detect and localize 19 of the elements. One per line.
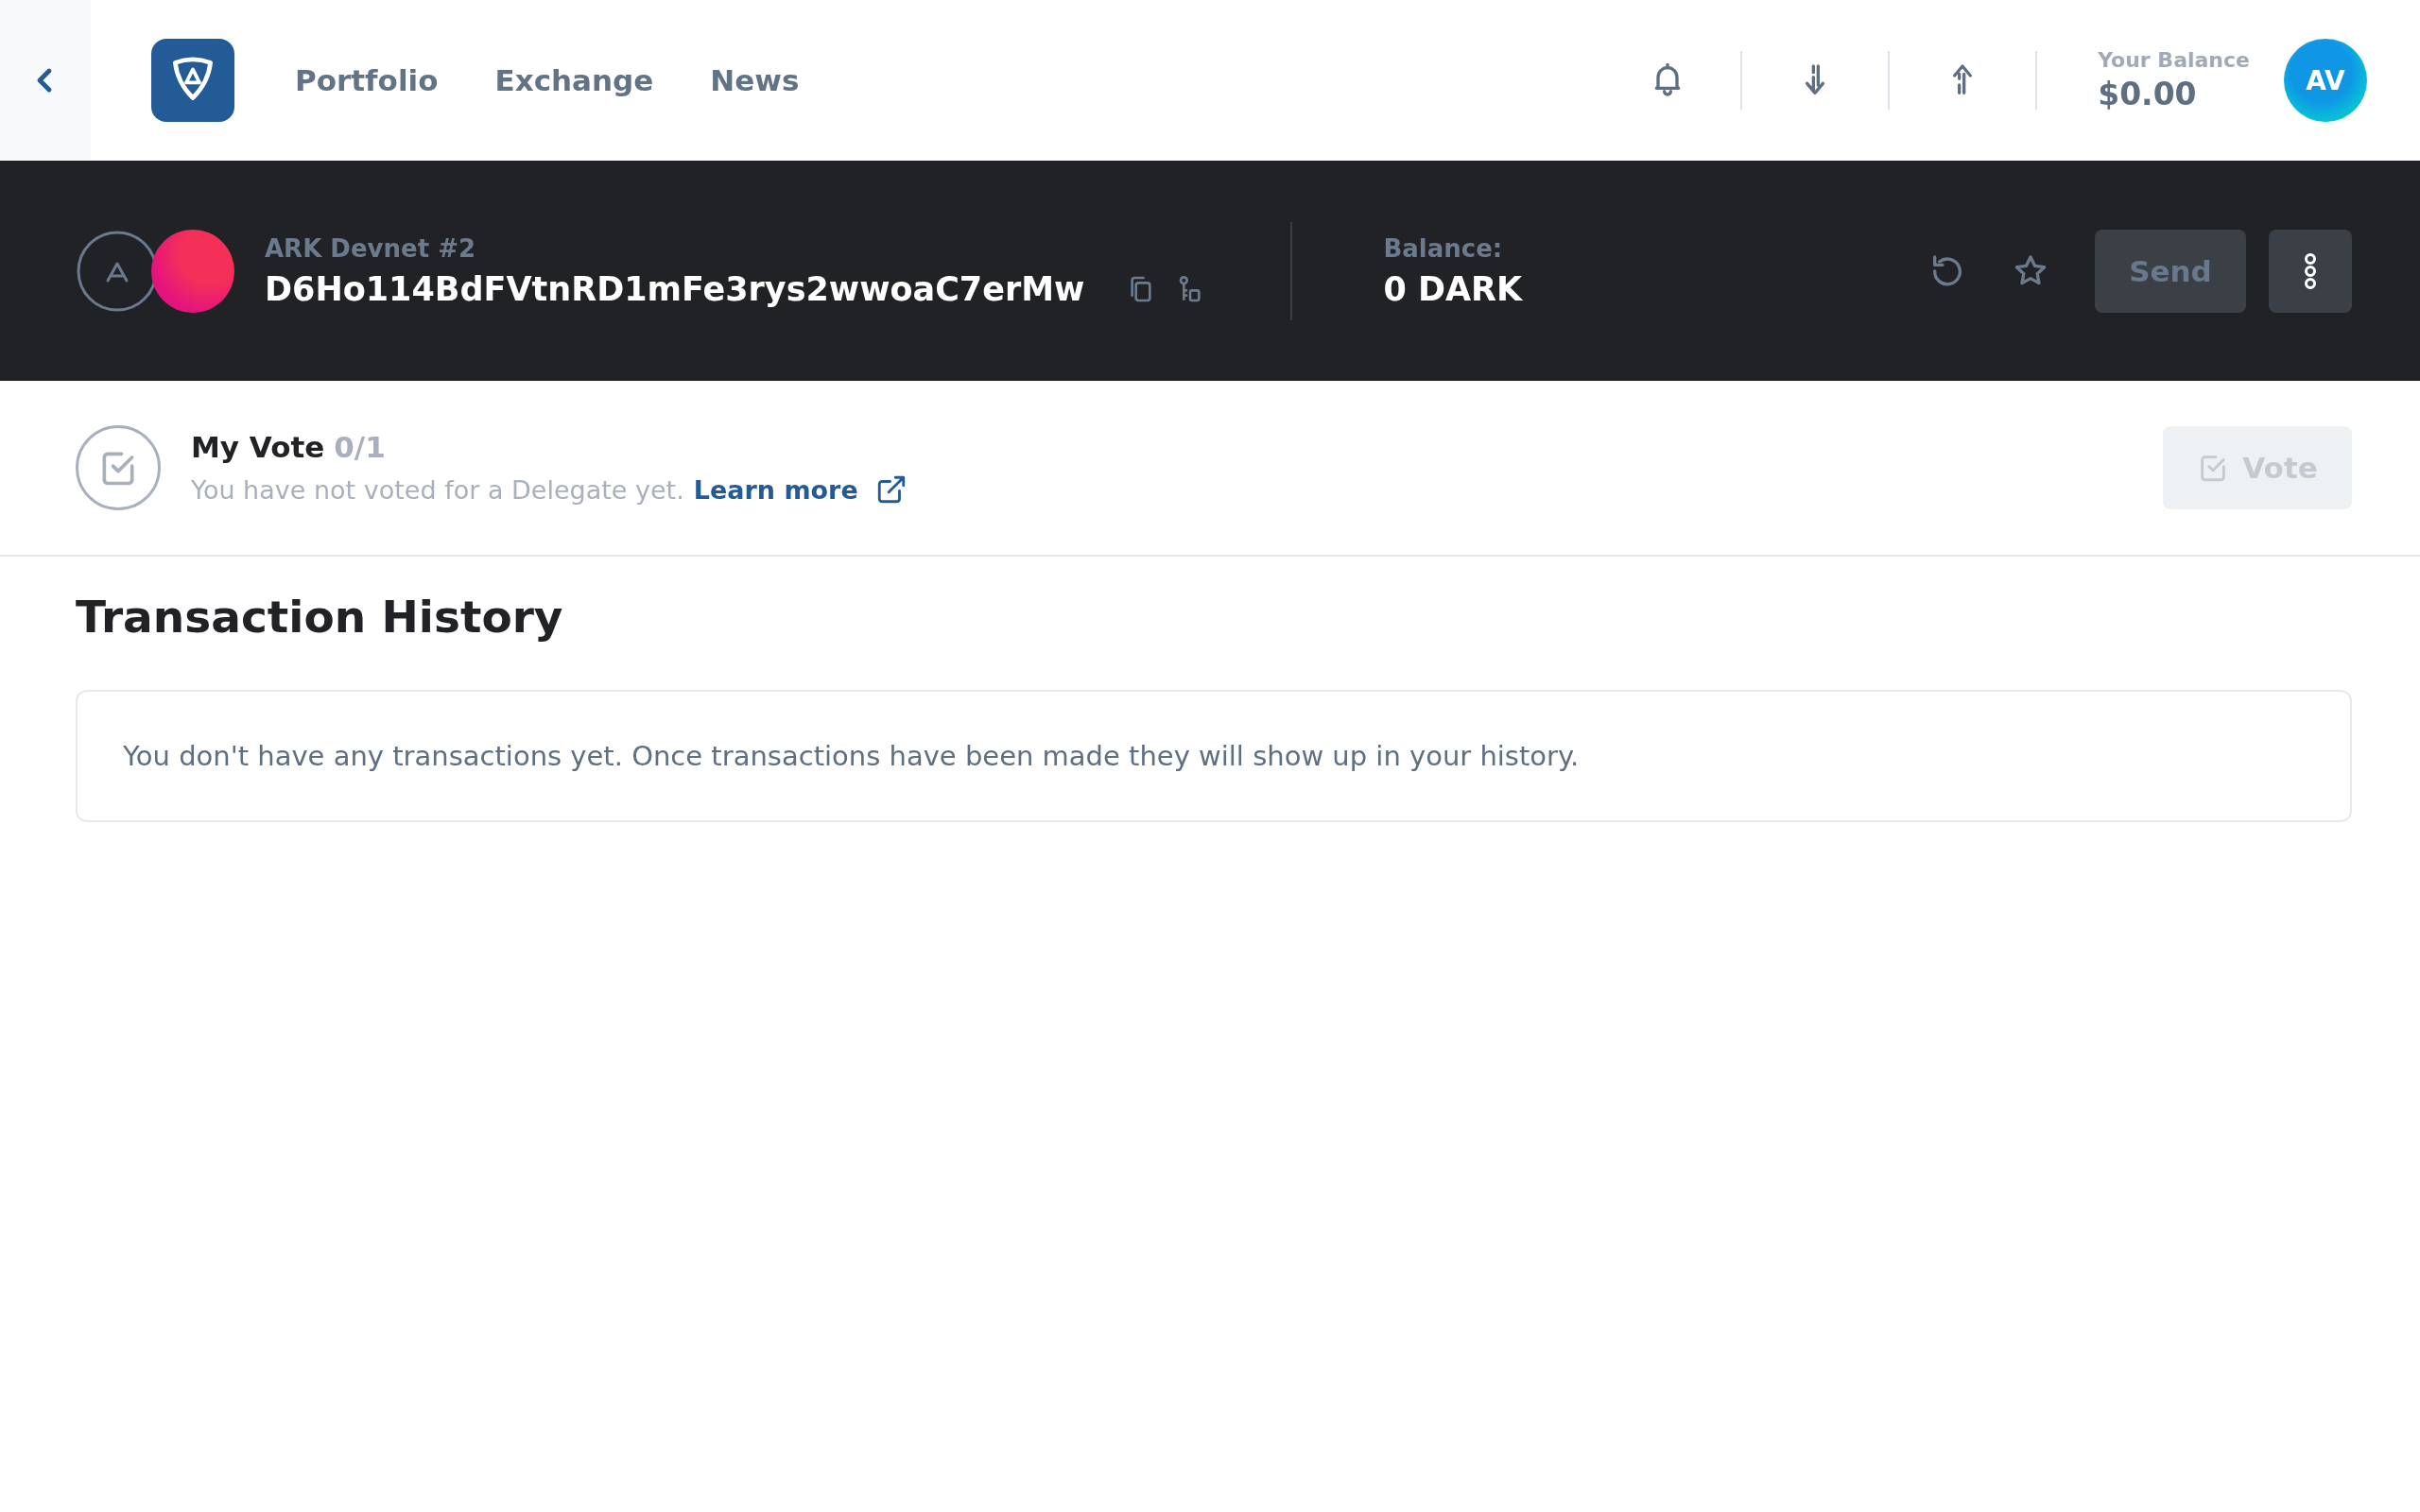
wallet-address: D6Ho114BdFVtnRD1mFe3rys2wwoaC7erMw	[265, 269, 1085, 308]
balance-value: $0.00	[2098, 76, 2198, 112]
nav-link[interactable]: News	[710, 63, 800, 97]
dots-icon	[2304, 251, 2317, 290]
more-button[interactable]	[2269, 229, 2352, 313]
app-logo[interactable]	[151, 39, 234, 122]
learn-more-link[interactable]: Learn more	[693, 474, 858, 505]
balance-label: Your Balance	[2098, 48, 2250, 72]
section-title: Transaction History	[76, 591, 564, 643]
vote-title: My Vote	[191, 430, 325, 464]
nav-link[interactable]: Portfolio	[295, 63, 439, 97]
wallet-balance: 0 DARK	[1383, 269, 1523, 308]
empty-message: You don't have any transactions yet. Once transactions have been made they will show up in your history.	[123, 740, 1580, 772]
nav-link[interactable]: Exchange	[494, 63, 654, 97]
vote-count: 0/1	[334, 430, 386, 464]
vote-message: You have not voted for a Delegate yet.	[191, 474, 684, 505]
balance-label: Balance:	[1383, 233, 1504, 263]
wallet-name: ARK Devnet #2	[265, 233, 476, 263]
avatar[interactable]: AV	[2284, 39, 2367, 122]
